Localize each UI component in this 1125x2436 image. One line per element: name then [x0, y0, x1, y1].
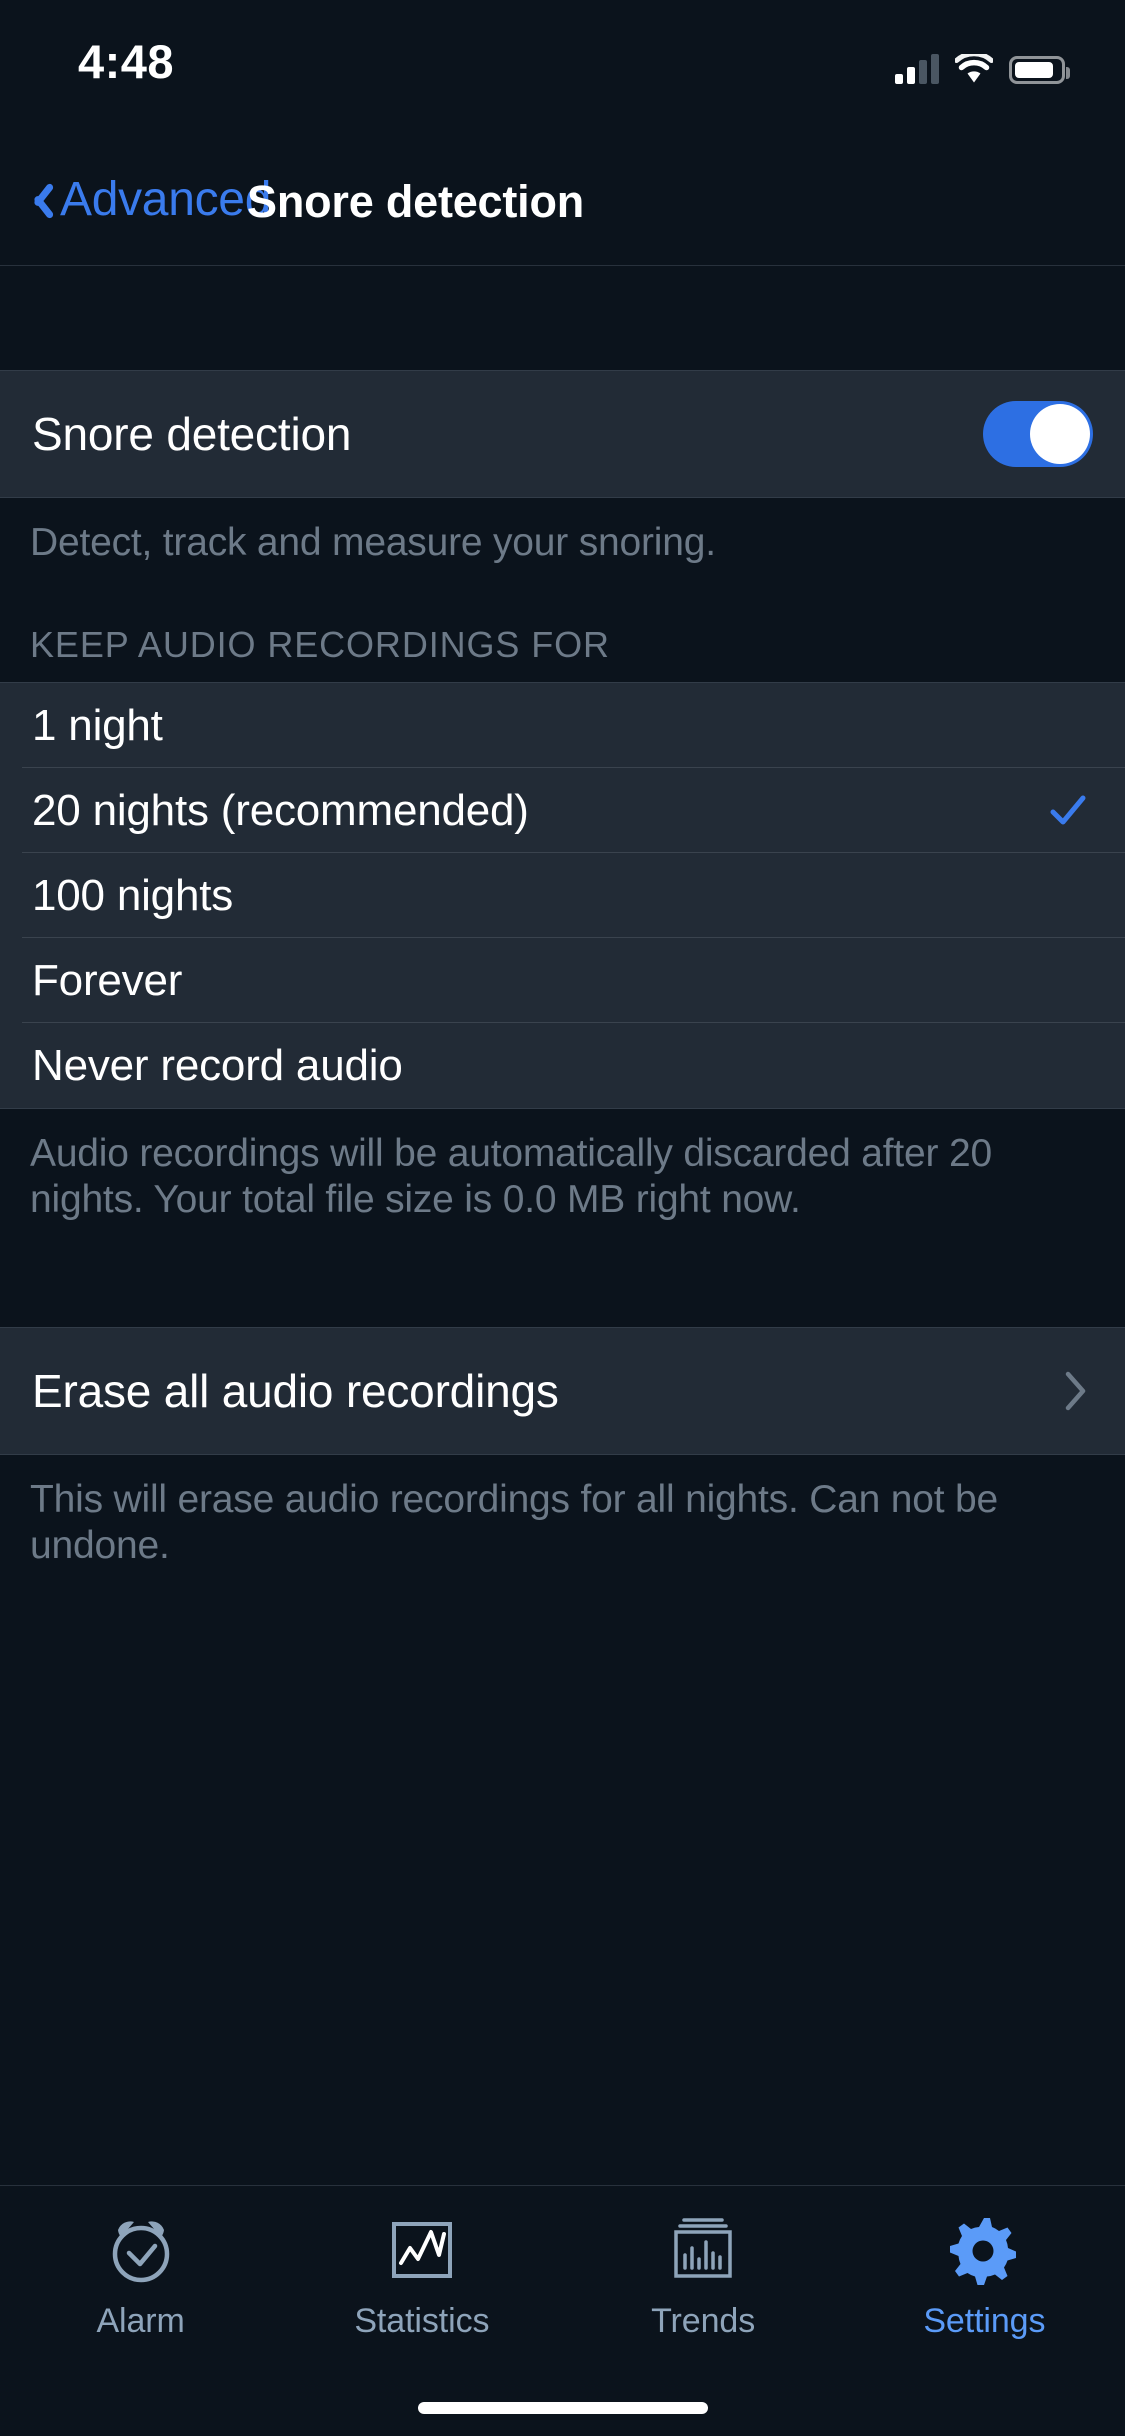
- erase-all-audio-recordings-row[interactable]: Erase all audio recordings: [0, 1328, 1125, 1454]
- erase-footnote: This will erase audio recordings for all…: [30, 1478, 999, 1568]
- option-label: 20 nights (recommended): [32, 785, 529, 835]
- snore-detection-toggle[interactable]: [983, 401, 1093, 467]
- app-screen: 4:48 Advanced Snore detection Snore dete…: [0, 0, 1125, 2436]
- tab-label: Statistics: [354, 2302, 490, 2340]
- option-row-forever[interactable]: Forever: [0, 938, 1125, 1024]
- erase-spacer: [0, 1223, 1125, 1327]
- tab-trends[interactable]: Trends: [563, 2186, 844, 2371]
- cellular-signal-icon: [895, 54, 939, 84]
- chevron-right-icon: [1065, 1371, 1087, 1411]
- checkmark-icon: [1049, 792, 1087, 830]
- snore-detection-footnote: Detect, track and measure your snoring.: [30, 521, 716, 564]
- page-title: Snore detection: [247, 176, 585, 227]
- bar-chart-icon: [664, 2208, 742, 2292]
- erase-card: Erase all audio recordings: [0, 1327, 1125, 1456]
- tab-label: Alarm: [96, 2302, 185, 2340]
- gear-icon: [944, 2208, 1024, 2292]
- snore-detection-row[interactable]: Snore detection: [0, 371, 1125, 497]
- tab-label: Settings: [923, 2302, 1046, 2340]
- snore-detection-label: Snore detection: [32, 408, 352, 460]
- status-bar-indicators: [895, 46, 1070, 84]
- status-bar-time: 4:48: [78, 35, 175, 88]
- back-button[interactable]: Advanced: [26, 164, 271, 234]
- snore-detection-card: Snore detection: [0, 370, 1125, 498]
- option-label: 100 nights: [32, 870, 234, 920]
- settings-content: Snore detection Detect, track and measur…: [0, 266, 1125, 2185]
- toggle-knob: [1030, 404, 1090, 464]
- alarm-clock-icon: [101, 2208, 181, 2292]
- option-row-100-nights[interactable]: 100 nights: [0, 853, 1125, 939]
- tab-statistics[interactable]: Statistics: [281, 2186, 562, 2371]
- tab-alarm[interactable]: Alarm: [0, 2186, 281, 2371]
- option-row-never-record-audio[interactable]: Never record audio: [0, 1023, 1125, 1108]
- option-label: 1 night: [32, 700, 163, 750]
- option-row-20-nights[interactable]: 20 nights (recommended): [0, 768, 1125, 854]
- home-indicator[interactable]: [417, 2402, 708, 2414]
- navigation-bar: Advanced Snore detection: [0, 132, 1125, 266]
- option-label: Never record audio: [32, 1040, 403, 1090]
- recordings-footnote: Audio recordings will be automatically d…: [30, 1132, 992, 1222]
- tab-settings[interactable]: Settings: [844, 2186, 1125, 2371]
- recordings-section-header: KEEP AUDIO RECORDINGS FOR: [30, 624, 610, 666]
- status-bar: 4:48: [0, 0, 1125, 132]
- tab-bar: Alarm Statistics Trends Settings: [0, 2185, 1125, 2436]
- tab-label: Trends: [651, 2302, 756, 2340]
- battery-icon: [1009, 56, 1070, 84]
- wifi-icon: [954, 51, 994, 84]
- chevron-left-icon: [26, 177, 52, 221]
- erase-label: Erase all audio recordings: [32, 1365, 559, 1418]
- option-row-1-night[interactable]: 1 night: [0, 683, 1125, 769]
- line-chart-icon: [384, 2208, 460, 2292]
- back-button-label: Advanced: [60, 172, 272, 226]
- top-spacer: [0, 266, 1125, 370]
- option-label: Forever: [32, 955, 183, 1005]
- recordings-options-card: 1 night 20 nights (recommended) 100 nigh…: [0, 682, 1125, 1110]
